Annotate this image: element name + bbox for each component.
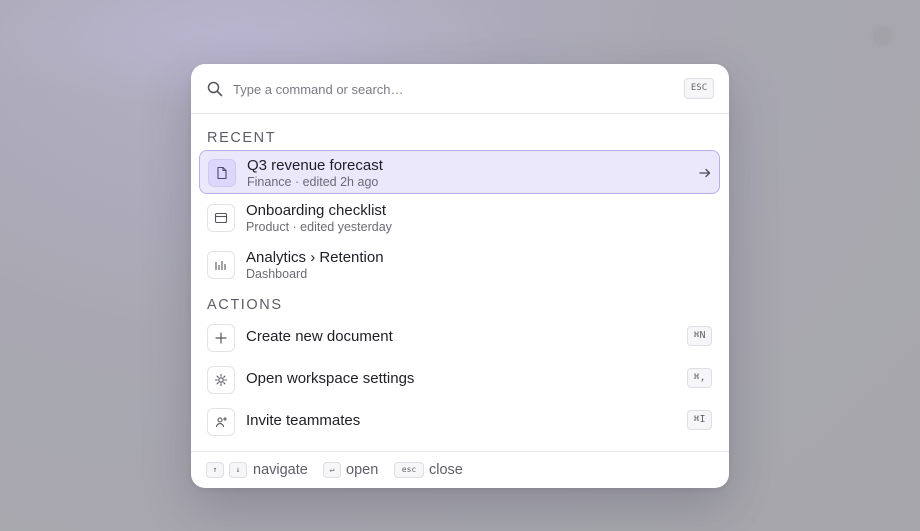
- action-open-settings[interactable]: Open workspace settings ⌘,: [199, 358, 720, 402]
- item-title: Onboarding checklist: [246, 202, 387, 219]
- item-icon-tile: [207, 204, 235, 232]
- item-icon-tile: [207, 324, 235, 352]
- esc-key: esc: [394, 462, 424, 478]
- enter-key: ↵: [323, 462, 341, 478]
- gear-icon: [214, 373, 228, 387]
- shortcut-hint: ⌘,: [687, 368, 712, 388]
- esc-key-hint[interactable]: ESC: [684, 78, 714, 99]
- command-palette: ESC RECENT Q3 revenue forecast Finance ·…: [191, 64, 729, 488]
- item-icon-tile: [207, 408, 235, 436]
- section-label-recent: RECENT: [207, 130, 277, 146]
- search-input[interactable]: [233, 78, 653, 100]
- item-subtitle: Product · edited yesterday: [246, 220, 392, 234]
- item-title: Create new document: [246, 328, 393, 345]
- arrow-right-icon: [699, 168, 711, 178]
- recent-item-onboarding-checklist[interactable]: Onboarding checklist Product · edited ye…: [199, 196, 720, 240]
- action-create-document[interactable]: Create new document ⌘N: [199, 316, 720, 360]
- open-hint-label: open: [346, 462, 379, 478]
- item-title: Analytics › Retention: [246, 249, 384, 266]
- search-bar: ESC: [191, 64, 729, 114]
- shortcut-hint: ⌘I: [687, 410, 712, 430]
- item-title: Q3 revenue forecast: [247, 157, 383, 174]
- close-hint-label: close: [429, 462, 463, 478]
- item-icon-tile: [207, 366, 235, 394]
- navigate-hint-label: navigate: [253, 462, 308, 478]
- item-title: Open workspace settings: [246, 370, 415, 387]
- document-icon: [217, 166, 227, 180]
- item-subtitle: Finance · edited 2h ago: [247, 175, 379, 189]
- browser-window-icon: [214, 212, 228, 224]
- item-icon-tile: [208, 159, 236, 187]
- shortcut-hint: ⌘N: [687, 326, 712, 346]
- item-subtitle: Dashboard: [246, 267, 308, 281]
- plus-icon: [215, 332, 227, 344]
- up-arrow-key: ↑: [206, 462, 224, 478]
- recent-item-analytics-retention[interactable]: Analytics › Retention Dashboard: [199, 243, 720, 287]
- item-icon-tile: [207, 251, 235, 279]
- down-arrow-key: ↓: [229, 462, 247, 478]
- section-label-actions: ACTIONS: [207, 297, 283, 313]
- recent-item-q3-revenue[interactable]: Q3 revenue forecast Finance · edited 2h …: [199, 150, 720, 194]
- background-avatar: [874, 27, 892, 45]
- bar-chart-icon: [215, 261, 226, 270]
- user-plus-icon: [215, 416, 228, 428]
- search-icon: [207, 81, 223, 97]
- keyboard-hints-footer: ↑ ↓ navigate ↵ open esc close: [191, 451, 729, 488]
- action-invite-teammates[interactable]: Invite teammates ⌘I: [199, 400, 720, 444]
- item-title: Invite teammates: [246, 412, 361, 429]
